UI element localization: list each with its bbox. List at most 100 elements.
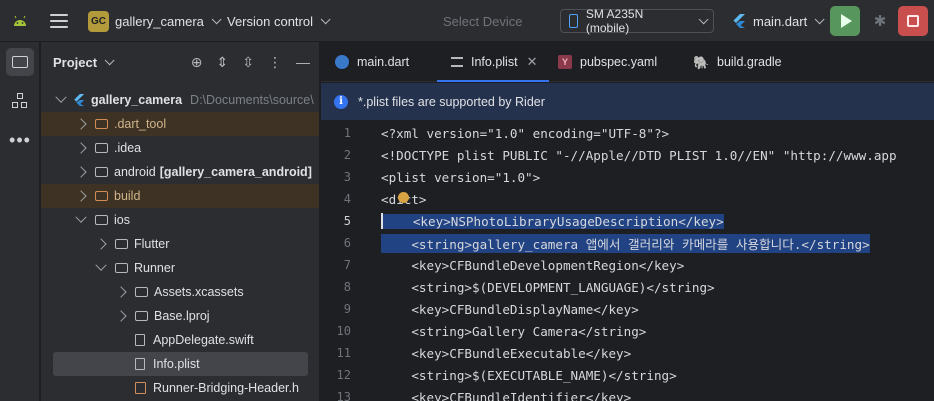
chevron-right-icon[interactable] <box>115 286 127 298</box>
tab-info-plist[interactable]: Info.plist ✕ <box>437 42 550 82</box>
line-number: 7 <box>343 258 351 272</box>
folder-icon <box>95 119 108 129</box>
tree-item-label: Assets.xcassets <box>154 285 244 299</box>
chevron-right-icon[interactable] <box>75 190 87 202</box>
chevron-down-icon <box>698 13 709 24</box>
version-control-label: Version control <box>227 13 313 29</box>
project-tool-button[interactable] <box>6 48 34 76</box>
code-text: <key>CFBundleIdentifier</key> <box>381 389 632 401</box>
code-line: 9 <key>CFBundleDisplayName</key> <box>321 298 934 320</box>
tree-item-bridging-header[interactable]: Runner-Bridging-Header.h <box>41 376 319 400</box>
code-line: 5 <key>NSPhotoLibraryUsageDescription</k… <box>321 210 934 232</box>
tree-item-gallery-camera[interactable]: gallery_camera D:\Documents\source\ <box>41 88 319 112</box>
chevron-down-icon[interactable] <box>104 54 115 65</box>
tab-pubspec-yaml[interactable]: Y pubspec.yaml <box>558 42 657 82</box>
expand-all-icon[interactable]: ⇕ <box>217 54 229 71</box>
chevron-down-icon[interactable] <box>55 91 67 103</box>
code-line: 6 <string>gallery_camera 앱에서 갤러리와 카메라를 사… <box>321 232 934 254</box>
device-selector[interactable]: SM A235N (mobile) <box>560 7 714 35</box>
collapse-all-icon[interactable]: ⇳ <box>242 54 254 71</box>
close-icon[interactable]: ✕ <box>527 54 538 70</box>
code-line: 4 <dict> <box>321 188 934 210</box>
project-tree: gallery_camera D:\Documents\source\ .dar… <box>41 88 319 400</box>
chevron-right-icon[interactable] <box>75 166 87 178</box>
run-config-selector[interactable]: main.dart <box>732 0 825 42</box>
plugin-notification-banner: i *.plist files are supported by Rider <box>321 83 934 120</box>
tree-item-label: Info.plist <box>153 357 200 371</box>
more-tools-button[interactable]: ••• <box>6 126 34 154</box>
dart-file-icon <box>335 55 349 69</box>
tree-item-idea[interactable]: .idea <box>41 136 319 160</box>
version-control-menu[interactable]: Version control <box>227 0 331 42</box>
stop-icon <box>907 15 919 27</box>
info-icon: i <box>334 94 348 109</box>
tree-item-dart-tool[interactable]: .dart_tool <box>41 112 319 136</box>
project-badge: GC <box>88 10 109 32</box>
tree-item-module: [gallery_camera_android] <box>159 165 312 179</box>
code-editor[interactable]: 1 <?xml version="1.0" encoding="UTF-8"?>… <box>321 122 934 401</box>
line-number: 6 <box>343 236 351 250</box>
play-icon <box>841 14 852 28</box>
run-button[interactable] <box>830 6 860 36</box>
tree-item-assets[interactable]: Assets.xcassets <box>41 280 319 304</box>
editor-tabs: main.dart Info.plist ✕ Y pubspec.yaml 🐘 … <box>321 42 934 82</box>
line-number: 10 <box>336 324 351 338</box>
chevron-down-icon <box>211 13 222 24</box>
panel-title: Project <box>53 54 98 70</box>
device-label: SM A235N (mobile) <box>585 7 644 35</box>
folder-icon <box>95 191 108 201</box>
chevron-down-icon[interactable] <box>95 259 107 271</box>
locate-icon[interactable]: ⊕ <box>191 54 203 71</box>
structure-tool-button[interactable] <box>6 87 34 115</box>
folder-icon <box>115 239 128 249</box>
tab-main-dart[interactable]: main.dart <box>335 42 409 82</box>
tree-item-appdelegate[interactable]: AppDelegate.swift <box>41 328 319 352</box>
tree-item-label: .idea <box>114 141 142 155</box>
code-text: <!DOCTYPE plist PUBLIC "-//Apple//DTD PL… <box>381 147 897 163</box>
code-line: 11 <key>CFBundleExecutable</key> <box>321 342 934 364</box>
flutter-icon <box>732 14 746 28</box>
line-number: 9 <box>343 302 351 316</box>
lightbulb-icon[interactable] <box>398 192 409 203</box>
tree-item-label: Runner <box>134 261 175 275</box>
project-panel: Project ⊕ ⇕ ⇳ ⋮ — gallery_camera D:\Docu… <box>41 42 320 401</box>
chevron-down-icon <box>320 13 331 24</box>
title-bar: GC gallery_camera Version control Select… <box>0 0 934 42</box>
tree-item-info-plist[interactable]: Info.plist <box>53 352 308 376</box>
debug-button[interactable]: ✱ <box>872 0 888 42</box>
chevron-down-icon <box>814 13 825 24</box>
main-menu-button[interactable] <box>48 0 70 42</box>
code-line: 1 <?xml version="1.0" encoding="UTF-8"?> <box>321 122 934 144</box>
project-switcher[interactable]: GC gallery_camera <box>88 0 222 42</box>
chevron-right-icon[interactable] <box>75 142 87 154</box>
line-number: 11 <box>336 346 351 360</box>
tree-item-flutter[interactable]: Flutter <box>41 232 319 256</box>
tab-build-gradle[interactable]: 🐘 build.gradle <box>693 42 782 82</box>
tree-item-base-lproj[interactable]: Base.lproj <box>41 304 319 328</box>
code-line: 12 <string>$(EXECUTABLE_NAME)</string> <box>321 364 934 386</box>
options-icon[interactable]: ⋮ <box>268 54 282 71</box>
chevron-right-icon[interactable] <box>95 238 107 250</box>
tree-item-label: gallery_camera <box>91 93 183 107</box>
line-number: 13 <box>336 390 351 401</box>
tab-label: pubspec.yaml <box>580 55 658 69</box>
project-name: gallery_camera <box>115 13 204 29</box>
banner-text: *.plist files are supported by Rider <box>358 94 545 109</box>
structure-icon <box>12 93 28 109</box>
tree-item-label: AppDelegate.swift <box>153 333 254 347</box>
folder-icon <box>135 311 148 321</box>
tree-item-build[interactable]: build <box>41 184 319 208</box>
hide-icon[interactable]: — <box>296 54 310 70</box>
folder-icon <box>135 287 148 297</box>
tree-item-runner[interactable]: Runner <box>41 256 319 280</box>
code-text: <key>CFBundleDevelopmentRegion</key> <box>381 257 685 273</box>
chevron-right-icon[interactable] <box>115 310 127 322</box>
tree-item-android[interactable]: android [gallery_camera_android] <box>41 160 319 184</box>
file-icon <box>135 358 145 370</box>
chevron-down-icon[interactable] <box>75 211 87 223</box>
stop-button[interactable] <box>898 6 928 36</box>
line-number: 4 <box>343 192 351 206</box>
chevron-right-icon[interactable] <box>75 118 87 130</box>
tree-item-ios[interactable]: ios <box>41 208 319 232</box>
line-number: 1 <box>343 126 351 140</box>
